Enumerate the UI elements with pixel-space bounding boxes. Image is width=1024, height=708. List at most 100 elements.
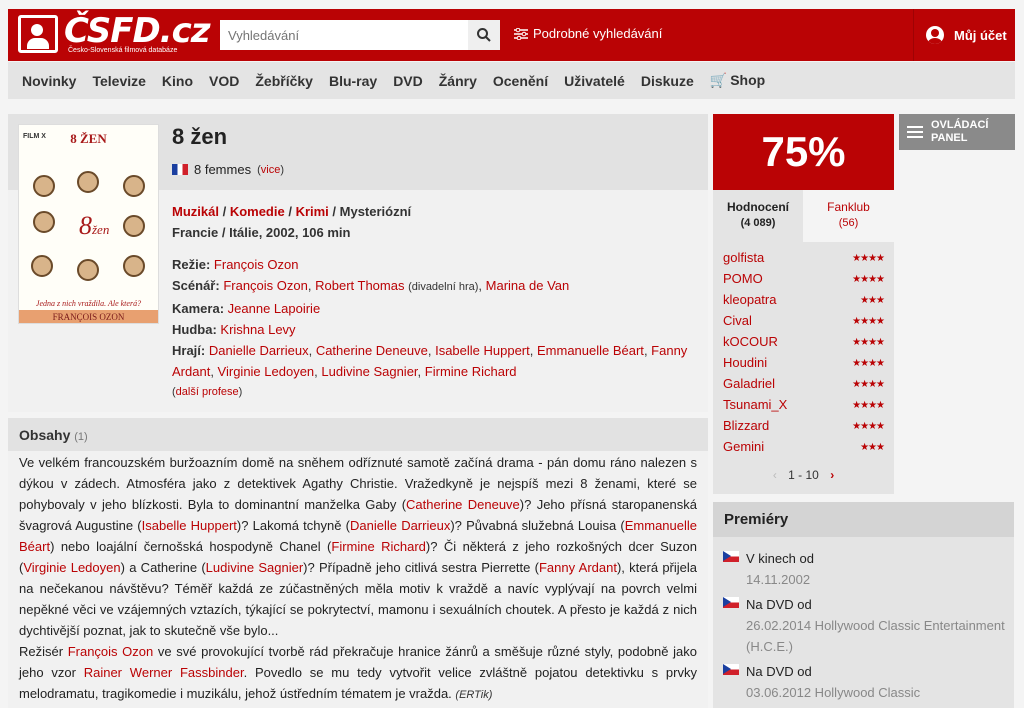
cast-link[interactable]: Danielle Darrieux [209, 343, 309, 358]
star-rating: ★★★★ [852, 358, 885, 369]
cast-link[interactable]: Firmine Richard [425, 364, 517, 379]
nav-oceneni[interactable]: Ocenění [493, 73, 548, 89]
plot-person-link[interactable]: François Ozon [68, 644, 154, 659]
cast-link[interactable]: Emmanuelle Béart [537, 343, 644, 358]
original-title-text: 8 femmes [194, 162, 252, 177]
poster-tagline: Jedna z nich vraždila. Ale která? [35, 299, 142, 308]
writer-label: Scénář: [172, 278, 220, 293]
music-row: Hudba: Krishna Levy [172, 319, 692, 340]
rating-user-link[interactable]: POMO [723, 271, 763, 292]
next-page-icon[interactable]: › [830, 468, 834, 482]
search-icon [477, 28, 491, 42]
plot-person-link[interactable]: Isabelle Huppert [142, 518, 237, 533]
cast-link[interactable]: Isabelle Huppert [435, 343, 530, 358]
genre-link[interactable]: Krimi [296, 204, 329, 219]
nav-zebricky[interactable]: Žebříčky [255, 73, 313, 89]
plot-person-link[interactable]: Catherine Deneuve [406, 497, 520, 512]
nav-uzivatele[interactable]: Uživatelé [564, 73, 625, 89]
plot-person-link[interactable]: Firmine Richard [331, 539, 426, 554]
rating-user-link[interactable]: kOCOUR [723, 334, 778, 355]
poster-eight-num: 8 [79, 211, 92, 240]
poster-face [123, 175, 145, 197]
control-panel-button[interactable]: OVLÁDACÍ PANEL [899, 114, 1015, 150]
more-professions-link[interactable]: další profese [176, 386, 239, 398]
rating-user-link[interactable]: Galadriel [723, 376, 775, 397]
writer-link[interactable]: Robert Thomas [315, 278, 404, 293]
star-rating: ★★★★ [852, 400, 885, 411]
user-ratings-list: golfista ★★★★ POMO ★★★★ kleopatra ★★★ Cival… [713, 242, 894, 494]
advanced-search-link[interactable]: Podrobné vyhledávání [514, 26, 662, 41]
tab-fanklub[interactable]: Fanklub (56) [803, 190, 894, 242]
film-origin: Francie / Itálie, 2002, 106 min [172, 225, 351, 240]
plot-person-link[interactable]: Fanny Ardant [539, 560, 617, 575]
film-info: FILM X 8 ŽEN 8žen Jedna z nich vraždila.… [8, 114, 708, 412]
nav-kino[interactable]: Kino [162, 73, 193, 89]
plot-heading-text: Obsahy [19, 427, 71, 443]
original-title: 8 femmes (vice) [172, 162, 284, 177]
camera-link[interactable]: Jeanne Lapoirie [228, 301, 321, 316]
poster-face [33, 175, 55, 197]
nav-dvd[interactable]: DVD [393, 73, 423, 89]
star-rating: ★★★★ [852, 274, 885, 285]
rating-user-link[interactable]: Tsunami_X [723, 397, 787, 418]
advanced-search-label: Podrobné vyhledávání [533, 26, 663, 41]
writer-note: (divadelní hra) [408, 281, 479, 293]
cast-link[interactable]: Catherine Deneuve [316, 343, 428, 358]
rating-row: Tsunami_X ★★★★ [723, 397, 885, 418]
tab-hodnoceni[interactable]: Hodnocení (4 089) [713, 190, 803, 242]
nav-bluray[interactable]: Blu-ray [329, 73, 377, 89]
plot-person-link[interactable]: Virginie Ledoyen [23, 560, 120, 575]
rating-user-link[interactable]: kleopatra [723, 292, 776, 313]
plot-fragment: )? Půvabná služebná Louisa ( [450, 518, 625, 533]
ratings-pager: ‹ 1 - 10 › [713, 468, 894, 482]
camera-row: Kamera: Jeanne Lapoirie [172, 298, 692, 319]
account-button[interactable]: Můj účet [913, 9, 1015, 61]
cast-row: Hrají: Danielle Darrieux, Catherine Dene… [172, 343, 688, 379]
plot-count: (1) [74, 431, 88, 443]
plot-fragment: Režisér [19, 644, 68, 659]
nav-shop-label: Shop [730, 72, 766, 88]
control-panel-label: OVLÁDACÍ PANEL [931, 119, 989, 144]
search-input[interactable] [220, 20, 469, 50]
nav-zanry[interactable]: Žánry [439, 73, 477, 89]
star-rating: ★★★★ [852, 421, 885, 432]
plot-person-link[interactable]: Ludivine Sagnier [206, 560, 304, 575]
rating-user-link[interactable]: Blizzard [723, 418, 769, 439]
writer-link[interactable]: Marina de Van [486, 278, 570, 293]
plot-section: Obsahy (1) Ve velkém francouzském buržoa… [8, 418, 708, 708]
writer-link[interactable]: François Ozon [223, 278, 308, 293]
cast-link[interactable]: Ludivine Sagnier [321, 364, 417, 379]
rating-user-link[interactable]: golfista [723, 250, 764, 271]
plot-author-link[interactable]: (ERTik) [455, 689, 492, 701]
nav-vod[interactable]: VOD [209, 73, 239, 89]
cast-link[interactable]: Virginie Ledoyen [218, 364, 315, 379]
poster-face [31, 255, 53, 277]
premieres-list: V kinech od 14.11.2002 Na DVD od 26.02.201… [723, 548, 1008, 707]
plot-person-link[interactable]: Danielle Darrieux [350, 518, 450, 533]
poster-face [77, 259, 99, 281]
more-titles-link[interactable]: vice [261, 164, 281, 176]
rating-user-link[interactable]: Houdini [723, 355, 767, 376]
writer-row: Scénář: François Ozon, Robert Thomas (di… [172, 278, 570, 293]
star-rating: ★★★★ [852, 379, 885, 390]
plot-person-link[interactable]: Rainer Werner Fassbinder [84, 665, 244, 680]
premiere-type: Na DVD od [746, 597, 812, 612]
genre-link[interactable]: Muzikál [172, 204, 219, 219]
film-poster[interactable]: FILM X 8 ŽEN 8žen Jedna z nich vraždila.… [18, 124, 159, 324]
nav-shop[interactable]: 🛒 Shop [710, 72, 765, 89]
music-link[interactable]: Krishna Levy [220, 322, 295, 337]
rating-user-link[interactable]: Gemini [723, 439, 764, 460]
nav-novinky[interactable]: Novinky [22, 73, 76, 89]
director-link[interactable]: François Ozon [214, 257, 299, 272]
sliders-icon [514, 27, 528, 40]
search-button[interactable] [468, 20, 500, 50]
nav-televize[interactable]: Televize [92, 73, 145, 89]
rating-row: Blizzard ★★★★ [723, 418, 885, 439]
genre-link[interactable]: Komedie [230, 204, 285, 219]
prev-page-icon[interactable]: ‹ [773, 468, 777, 482]
site-logo[interactable]: ČSFD.cz Česko-Slovenská filmová databáze [18, 11, 211, 57]
nav-diskuze[interactable]: Diskuze [641, 73, 694, 89]
star-rating: ★★★★ [852, 253, 885, 264]
rating-user-link[interactable]: Cival [723, 313, 752, 334]
more-titles: (vice) [257, 163, 284, 176]
